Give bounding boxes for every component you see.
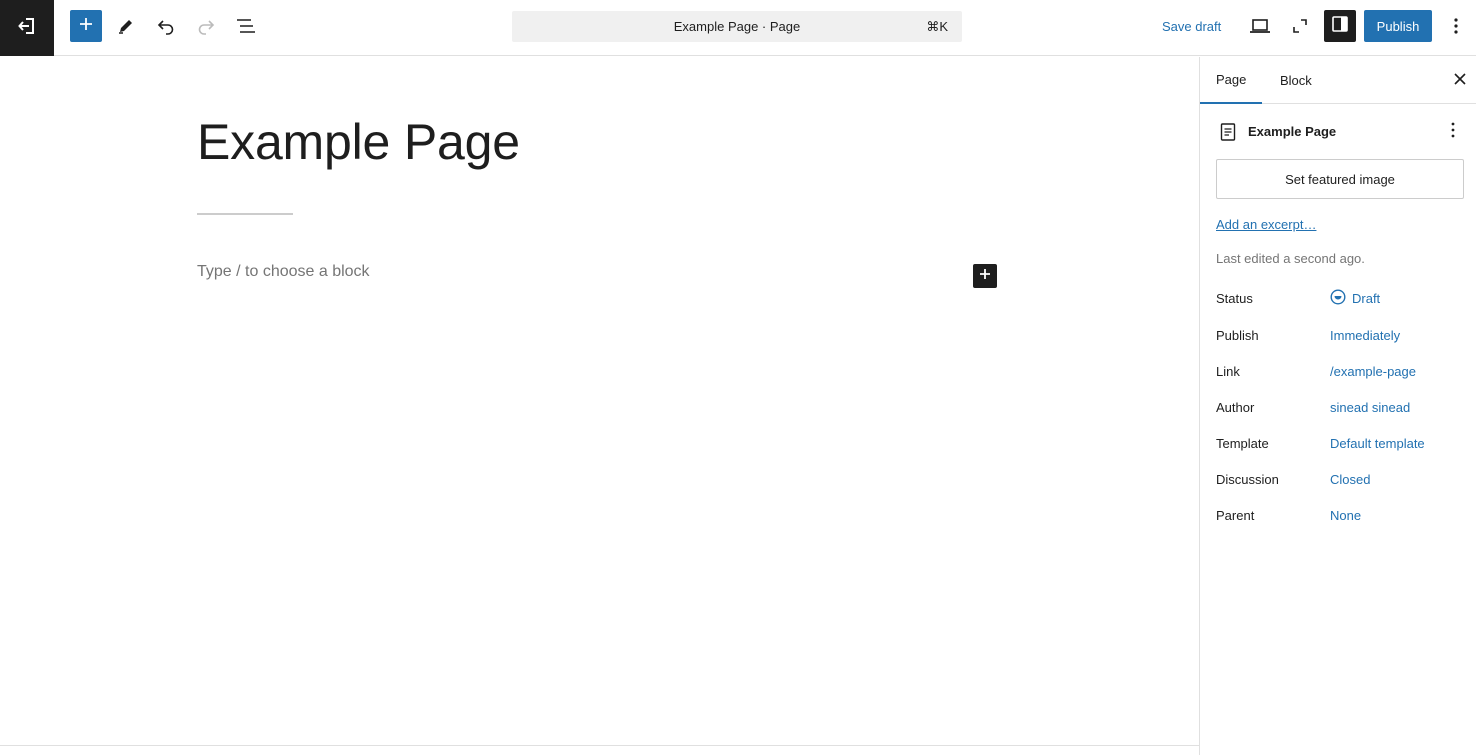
fullscreen-icon [1291, 17, 1309, 40]
meta-row-link: Link /example-page [1216, 362, 1464, 382]
parent-button[interactable]: None [1330, 508, 1361, 523]
status-value-button[interactable]: Draft [1330, 289, 1380, 308]
editor-canvas [0, 57, 1199, 755]
editor-header: Example Page · Page ⌘K Save draft Publis… [0, 0, 1476, 56]
editor-footer-divider [0, 745, 1199, 746]
author-label: Author [1216, 400, 1255, 415]
settings-sidebar: Page Block Example Page Set featured ima… [1199, 57, 1476, 755]
status-value: Draft [1352, 291, 1381, 306]
template-label: Template [1216, 436, 1269, 451]
sidebar-tabs: Page Block [1200, 57, 1476, 104]
document-overview-button[interactable] [228, 10, 264, 46]
page-title-input[interactable]: Example Page [197, 113, 520, 171]
meta-row-template: Template Default template [1216, 434, 1464, 454]
default-block-appender[interactable]: Type / to choose a block [197, 263, 370, 281]
author-button[interactable]: sinead sinead [1330, 400, 1410, 415]
meta-row-status: Status Draft [1216, 289, 1464, 309]
discussion-label: Discussion [1216, 472, 1279, 487]
document-actions-button[interactable] [1443, 121, 1463, 143]
link-label: Link [1216, 364, 1240, 379]
tab-page[interactable]: Page [1200, 57, 1263, 104]
laptop-icon [1249, 17, 1271, 40]
document-name: Example Page [1248, 124, 1337, 139]
meta-row-author: Author sinead sinead [1216, 398, 1464, 418]
add-excerpt-link[interactable]: Add an excerpt… [1216, 217, 1316, 232]
block-inserter-button[interactable] [70, 10, 102, 42]
parent-label: Parent [1216, 508, 1255, 523]
fullscreen-button[interactable] [1282, 10, 1318, 46]
publish-date-button[interactable]: Immediately [1330, 328, 1400, 343]
preview-button[interactable] [1242, 10, 1278, 46]
plus-icon [78, 16, 94, 37]
back-to-dashboard-button[interactable] [0, 0, 54, 56]
redo-icon [196, 16, 216, 41]
save-draft-button[interactable]: Save draft [1154, 10, 1229, 42]
permalink-button[interactable]: /example-page [1330, 364, 1416, 379]
discussion-button[interactable]: Closed [1330, 472, 1370, 487]
page-icon [1220, 123, 1236, 146]
list-view-icon [235, 16, 257, 41]
close-sidebar-button[interactable] [1448, 69, 1472, 93]
more-vertical-icon [1451, 122, 1455, 143]
publish-button[interactable]: Publish [1364, 10, 1432, 42]
redo-button[interactable] [188, 10, 224, 46]
draft-status-icon [1330, 289, 1352, 308]
undo-button[interactable] [148, 10, 184, 46]
tools-button[interactable] [108, 10, 144, 46]
meta-row-publish: Publish Immediately [1216, 326, 1464, 346]
close-icon [1454, 72, 1466, 90]
back-arrow-icon [17, 16, 37, 41]
document-card: Example Page [1216, 121, 1464, 143]
pencil-icon [116, 16, 136, 41]
shortcut-hint: ⌘K [926, 19, 948, 34]
command-palette-bar[interactable]: Example Page · Page ⌘K [512, 11, 962, 42]
status-label: Status [1216, 291, 1253, 306]
template-button[interactable]: Default template [1330, 436, 1425, 451]
options-button[interactable] [1438, 10, 1474, 46]
last-edited-text: Last edited a second ago. [1216, 251, 1365, 266]
inline-block-inserter-button[interactable] [973, 264, 997, 288]
document-title-label: Example Page · Page [673, 19, 801, 34]
tab-block[interactable]: Block [1264, 57, 1328, 104]
publish-label: Publish [1216, 328, 1259, 343]
plus-icon [978, 267, 992, 286]
title-separator [197, 213, 293, 215]
set-featured-image-button[interactable]: Set featured image [1216, 159, 1464, 199]
meta-row-discussion: Discussion Closed [1216, 470, 1464, 490]
more-vertical-icon [1453, 17, 1459, 40]
settings-sidebar-toggle[interactable] [1324, 10, 1356, 42]
sidebar-toggle-icon [1331, 15, 1349, 38]
undo-icon [156, 16, 176, 41]
meta-row-parent: Parent None [1216, 506, 1464, 526]
